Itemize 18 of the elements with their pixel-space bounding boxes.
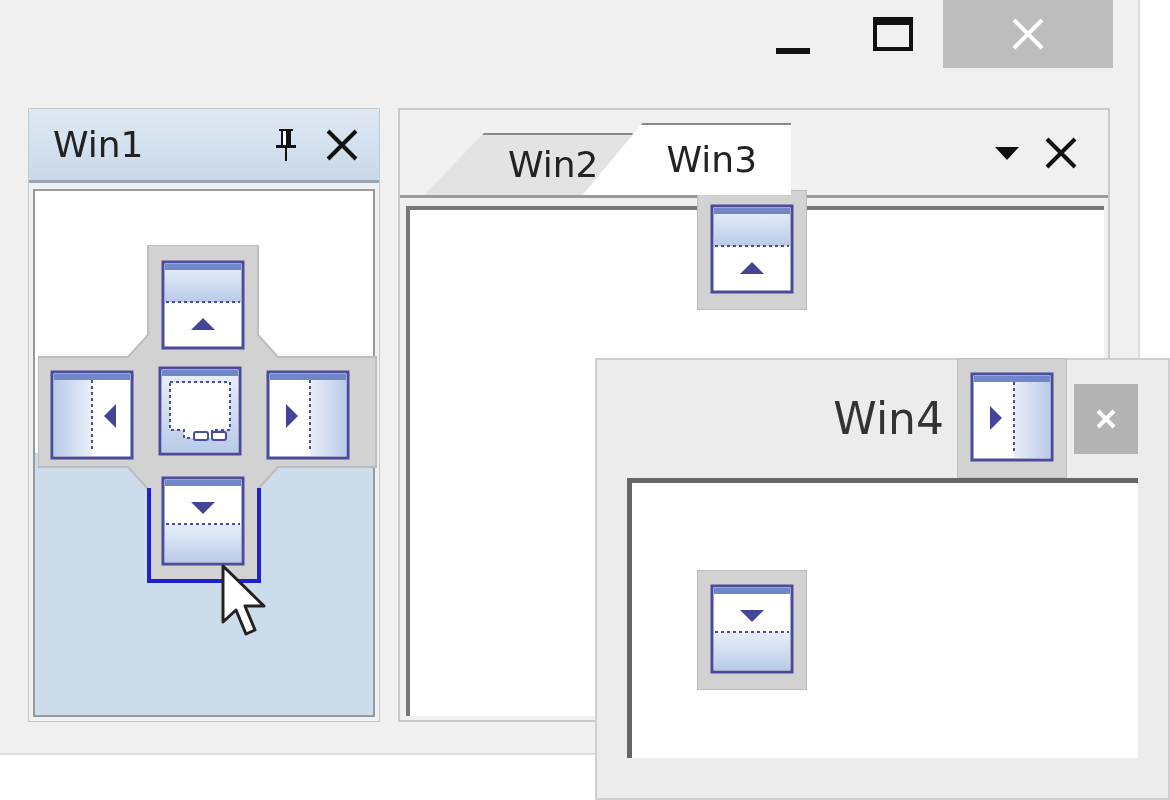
close-icon[interactable]: [325, 127, 359, 162]
maximize-icon: [872, 16, 914, 52]
dock-down-target[interactable]: [161, 476, 245, 566]
dock-center-target[interactable]: [158, 366, 242, 456]
dock-right-target[interactable]: [266, 370, 350, 460]
window-title: Win4: [833, 392, 944, 446]
dock-up-target[interactable]: [161, 260, 245, 350]
dock-up-target[interactable]: [710, 204, 794, 294]
close-icon: [1095, 408, 1117, 430]
dock-right-target[interactable]: [970, 372, 1054, 462]
minimize-icon: [775, 48, 811, 54]
panel-title: Win1: [53, 122, 145, 167]
pin-icon[interactable]: [273, 126, 299, 163]
close-icon: [1011, 17, 1045, 51]
dock-down-target[interactable]: [710, 584, 794, 674]
dock-left-target[interactable]: [50, 370, 134, 460]
close-icon[interactable]: [1044, 135, 1078, 170]
dropdown-icon[interactable]: [994, 144, 1020, 161]
